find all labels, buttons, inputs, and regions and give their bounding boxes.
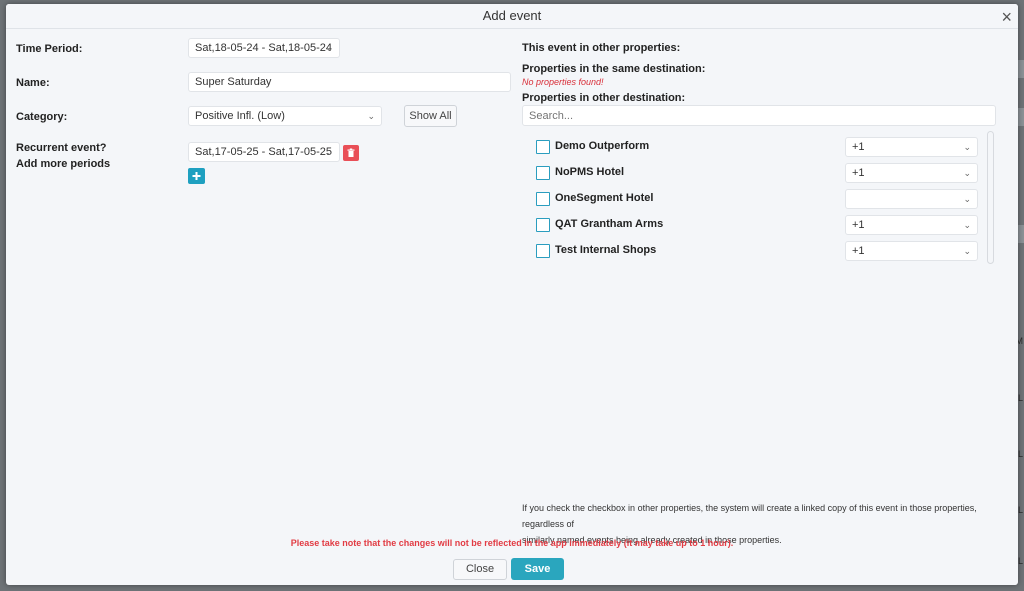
info-line: If you check the checkbox in other prope… xyxy=(522,503,977,529)
chevron-down-icon: ⌄ xyxy=(325,43,333,53)
save-button[interactable]: Save xyxy=(511,558,564,580)
chevron-down-icon: ⌄ xyxy=(963,220,971,230)
chevron-down-icon: ⌄ xyxy=(963,142,971,152)
plus-icon xyxy=(192,172,201,180)
recurrent-event-label: Recurrent event? xyxy=(16,142,107,154)
add-event-modal: Add event × xyxy=(6,4,1018,585)
property-offset-select[interactable]: +1 ⌄ xyxy=(845,137,978,157)
chevron-down-icon: ⌄ xyxy=(963,246,971,256)
background-letter: L xyxy=(1017,449,1023,459)
chevron-down-icon: ⌄ xyxy=(963,168,971,178)
time-period-label: Time Period: xyxy=(16,43,83,55)
property-offset-value: +1 xyxy=(852,245,865,257)
time-period-select[interactable]: Sat,18-05-24 - Sat,18-05-24 ⌄ xyxy=(188,38,340,58)
close-icon[interactable]: × xyxy=(1001,5,1012,29)
trash-icon xyxy=(347,148,355,157)
add-more-periods-label: Add more periods xyxy=(16,158,111,170)
property-checkbox[interactable] xyxy=(536,218,550,232)
property-offset-select[interactable]: +1 ⌄ xyxy=(845,241,978,261)
property-name: OneSegment Hotel xyxy=(555,192,654,204)
property-offset-value: +1 xyxy=(852,141,865,153)
chevron-down-icon: ⌄ xyxy=(325,147,333,157)
chevron-down-icon: ⌄ xyxy=(963,194,971,204)
property-offset-select[interactable]: +1 ⌄ xyxy=(845,163,978,183)
recurrent-period-select[interactable]: Sat,17-05-25 - Sat,17-05-25 ⌄ xyxy=(188,142,340,162)
time-period-value: Sat,18-05-24 - Sat,18-05-24 xyxy=(195,42,332,54)
modal-title: Add event xyxy=(482,8,542,23)
show-all-button[interactable]: Show All xyxy=(404,105,457,127)
property-checkbox[interactable] xyxy=(536,166,550,180)
background-letter: L xyxy=(1017,556,1023,566)
property-name: QAT Grantham Arms xyxy=(555,218,664,230)
property-row: OneSegment Hotel ⌄ xyxy=(536,189,992,209)
name-input[interactable]: Super Saturday xyxy=(188,72,511,92)
background-edge xyxy=(1017,108,1024,126)
property-offset-select[interactable]: +1 ⌄ xyxy=(845,215,978,235)
delay-warning: Please take note that the changes will n… xyxy=(290,538,734,548)
category-value: Positive Infl. (Low) xyxy=(195,110,285,122)
property-name: Demo Outperform xyxy=(555,140,650,152)
property-offset-value: +1 xyxy=(852,167,865,179)
name-label: Name: xyxy=(16,77,50,89)
property-checkbox[interactable] xyxy=(536,244,550,258)
chevron-down-icon: ⌄ xyxy=(367,111,375,121)
close-button[interactable]: Close xyxy=(453,559,507,580)
properties-scrollbar[interactable] xyxy=(987,131,994,264)
name-input-value: Super Saturday xyxy=(195,76,272,88)
property-row: NoPMS Hotel +1 ⌄ xyxy=(536,163,992,183)
property-offset-value: +1 xyxy=(852,219,865,231)
property-offset-select[interactable]: ⌄ xyxy=(845,189,978,209)
property-checkbox[interactable] xyxy=(536,140,550,154)
property-row: Demo Outperform +1 ⌄ xyxy=(536,137,992,157)
background-edge xyxy=(1017,60,1024,78)
category-select[interactable]: Positive Infl. (Low) ⌄ xyxy=(188,106,382,126)
no-properties-message: No properties found! xyxy=(522,77,604,87)
property-name: Test Internal Shops xyxy=(555,244,657,256)
recurrent-period-value: Sat,17-05-25 - Sat,17-05-25 xyxy=(195,146,332,158)
add-period-button[interactable] xyxy=(188,168,205,184)
property-row: Test Internal Shops +1 ⌄ xyxy=(536,241,992,261)
background-edge xyxy=(1017,225,1024,243)
other-properties-heading: This event in other properties: xyxy=(522,42,681,54)
property-name: NoPMS Hotel xyxy=(555,166,625,178)
background-letter: L xyxy=(1017,505,1023,515)
other-destination-label: Properties in other destination: xyxy=(522,92,686,104)
delete-period-button[interactable] xyxy=(343,145,359,161)
property-search-input[interactable] xyxy=(522,105,996,126)
modal-header: Add event × xyxy=(6,4,1018,29)
property-row: QAT Grantham Arms +1 ⌄ xyxy=(536,215,992,235)
category-label: Category: xyxy=(16,111,68,123)
property-checkbox[interactable] xyxy=(536,192,550,206)
background-letter: L xyxy=(1017,393,1023,403)
same-destination-label: Properties in the same destination: xyxy=(522,63,706,75)
